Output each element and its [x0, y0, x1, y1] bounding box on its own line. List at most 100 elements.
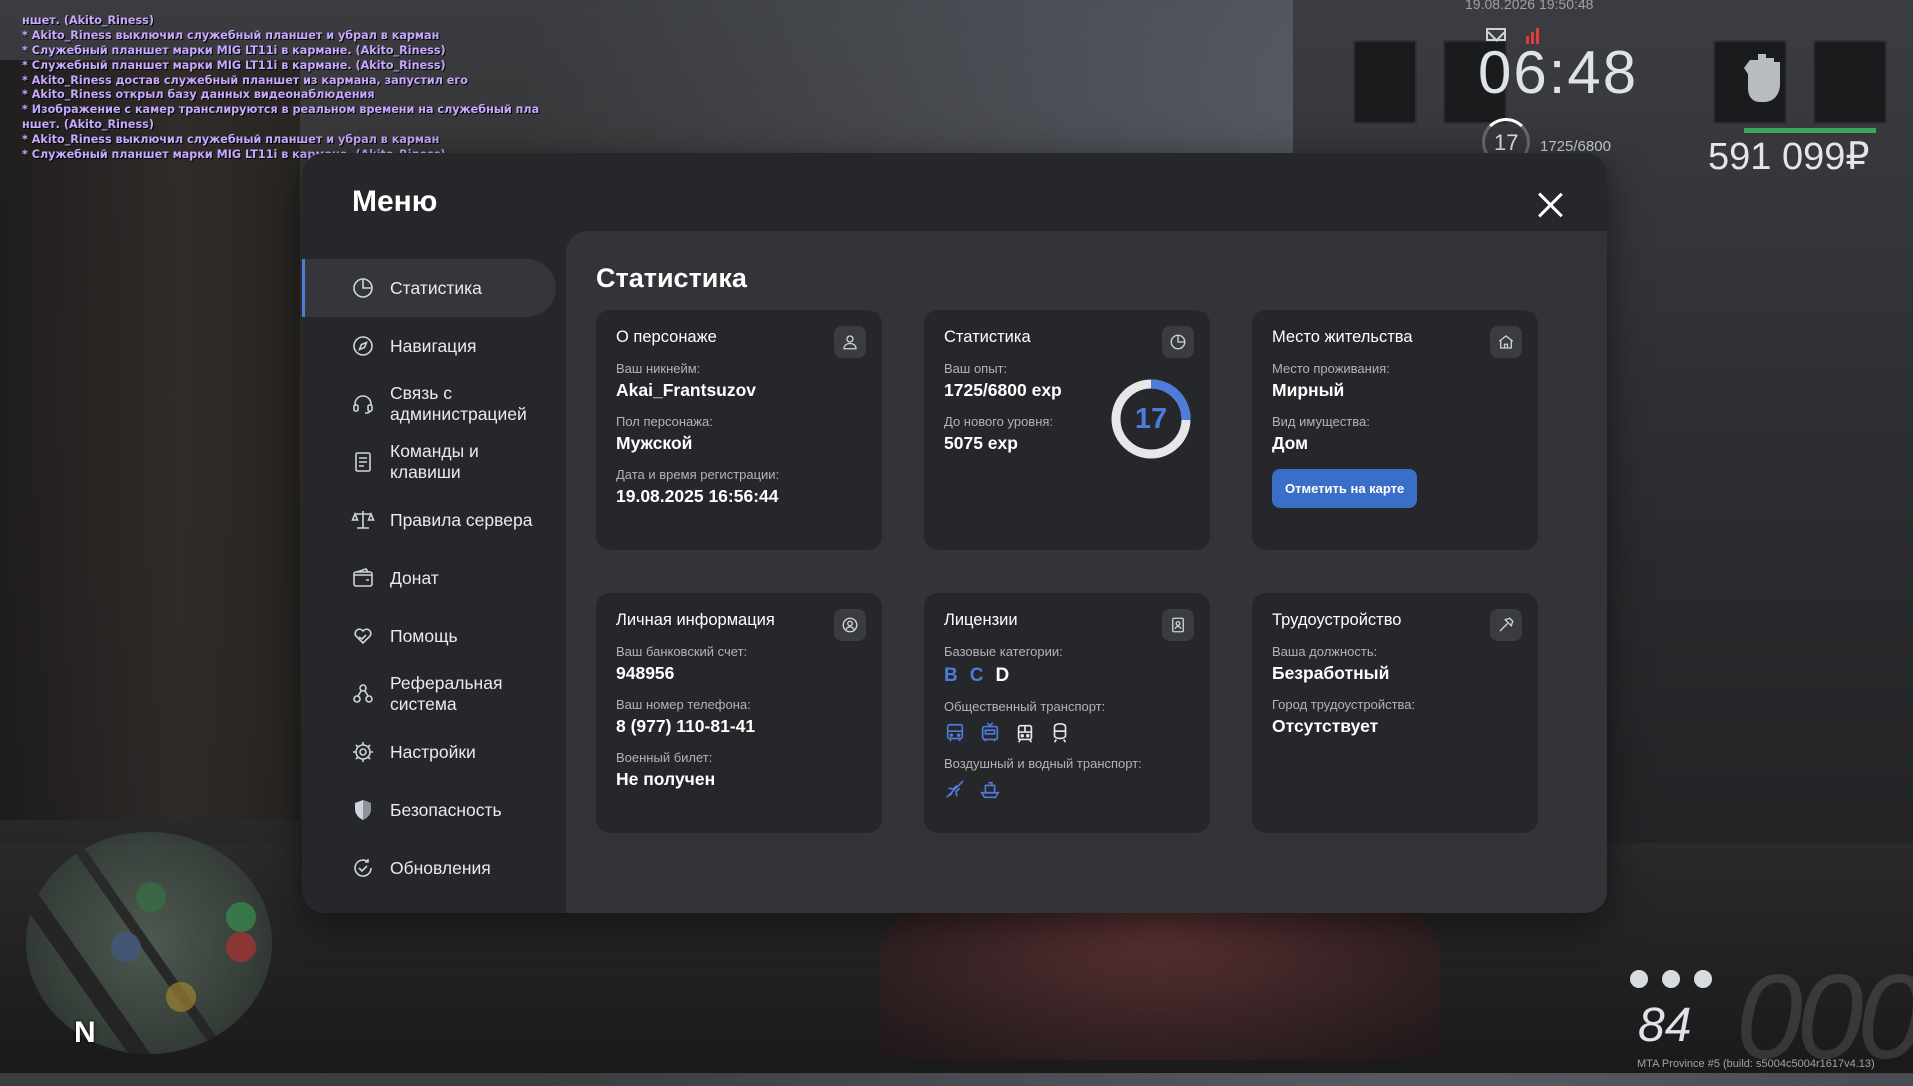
engine-icon [1630, 970, 1648, 988]
air-water-transport-label: Воздушный и водный транспорт: [944, 756, 1142, 771]
sidebar-item-label: Настройки [390, 741, 476, 762]
sidebar-item-label: Статистика [390, 277, 482, 298]
heart-hand-icon [351, 624, 375, 648]
position-value: Безработный [1272, 663, 1390, 683]
gender-label: Пол персонажа: [616, 414, 713, 429]
background-car [880, 900, 1440, 1060]
chat-line: * Akito_Riness достав служебный планшет … [22, 73, 468, 87]
sidebar-item-help[interactable]: Помощь [302, 607, 556, 665]
phone-label: Ваш номер телефона: [616, 697, 751, 712]
sidebar-item-label: Безопасность [390, 799, 502, 820]
category-c: C [969, 665, 984, 686]
seatbelt-icon [1662, 970, 1680, 988]
sidebar-item-commands[interactable]: Команды и клавиши [302, 433, 556, 491]
sidebar-item-security[interactable]: Безопасность [302, 781, 556, 839]
sidebar-item-updates[interactable]: Обновления [302, 839, 556, 897]
user-circle-icon [834, 609, 866, 641]
people-icon [351, 682, 375, 706]
card-title: О персонаже [616, 328, 717, 346]
map-north-indicator: N [74, 1016, 96, 1049]
card-title: Статистика [944, 328, 1031, 346]
phone-value: 8 (977) 110-81-41 [616, 716, 756, 736]
boat-icon [979, 779, 1001, 801]
license-categories: B C D [944, 665, 1190, 687]
card-title: Место жительства [1272, 328, 1413, 346]
sidebar-item-label: Навигация [390, 335, 477, 356]
card-licenses: Лицензии Базовые категории: B C D Общест… [924, 593, 1210, 833]
sidebar-item-label: Донат [390, 567, 439, 588]
hud-clock: 06:48 [1478, 39, 1639, 106]
sidebar-item-donate[interactable]: Донат [302, 549, 556, 607]
chat-line: * Изображение с камер транслируются в ре… [22, 103, 540, 117]
employment-city-label: Город трудоустройства: [1272, 697, 1416, 712]
property-label: Вид имущества: [1272, 414, 1370, 429]
registration-value: 19.08.2025 16:56:44 [616, 486, 779, 506]
card-residence: Место жительства Место проживания: Мирны… [1252, 310, 1538, 550]
scales-icon [351, 508, 375, 532]
chat-log: ншет. (Akito_Riness) * Akito_Riness выкл… [22, 14, 539, 163]
military-id-value: Не получен [616, 769, 716, 789]
plane-icon [944, 779, 966, 801]
pie-chart-icon [1162, 326, 1194, 358]
bus-icon [944, 722, 966, 744]
wallet-icon [351, 566, 375, 590]
map-blip [136, 882, 166, 912]
sidebar-item-label: Помощь [390, 625, 458, 646]
position-label: Ваша должность: [1272, 644, 1378, 659]
background-building-left [0, 60, 300, 820]
license-icon [1162, 609, 1194, 641]
public-transport-label: Общественный транспорт: [944, 699, 1106, 714]
compass-icon [351, 334, 375, 358]
headset-icon [351, 392, 375, 416]
pie-chart-icon [351, 276, 375, 300]
sidebar-item-navigation[interactable]: Навигация [302, 317, 556, 375]
nickname-label: Ваш никнейм: [616, 361, 701, 376]
chat-line: ншет. (Akito_Riness) [22, 118, 154, 132]
employment-city-value: Отсутствует [1272, 716, 1379, 736]
health-bar [1744, 128, 1876, 133]
map-blip [111, 932, 141, 962]
sidebar-item-rules[interactable]: Правила сервера [302, 491, 556, 549]
card-character: О персонаже Ваш никнейм: Akai_Frantsuzov… [596, 310, 882, 550]
menu-title: Меню [352, 185, 438, 218]
home-icon [1490, 326, 1522, 358]
sidebar-item-label: Правила сервера [390, 509, 533, 530]
card-title: Личная информация [616, 611, 775, 629]
map-blip [226, 902, 256, 932]
gear-icon [351, 740, 375, 764]
sidebar-item-referral[interactable]: Реферальная система [302, 665, 556, 723]
document-icon [351, 450, 375, 474]
mark-on-map-button[interactable]: Отметить на карте [1272, 469, 1418, 508]
user-icon [834, 326, 866, 358]
chat-line: * Служебный планшет марки MIG LT11i в ка… [22, 43, 446, 57]
hammer-icon [1490, 609, 1522, 641]
sidebar-item-statistics[interactable]: Статистика [302, 259, 556, 317]
category-b: B [944, 665, 958, 686]
close-button[interactable] [1533, 187, 1567, 221]
military-id-label: Военный билет: [616, 750, 713, 765]
air-water-transport-licenses [944, 779, 1190, 801]
bank-account-value: 948956 [616, 663, 675, 683]
hud-money: 591 099₽ [1708, 136, 1870, 178]
chat-line: * Akito_Riness выключил служебный планше… [22, 133, 440, 147]
public-transport-licenses [944, 722, 1190, 744]
chat-line: * Служебный планшет марки MIG LT11i в ка… [22, 58, 446, 72]
card-personal-info: Личная информация Ваш банковский счет: 9… [596, 593, 882, 833]
train-icon [1049, 722, 1071, 744]
exp-label: Ваш опыт: [944, 361, 1008, 376]
card-title: Лицензии [944, 611, 1018, 629]
gender-value: Мужской [616, 433, 693, 453]
battery-icon [1694, 970, 1712, 988]
chat-line: * Akito_Riness открыл базу данных видеон… [22, 88, 375, 102]
category-d: D [995, 665, 1010, 686]
sidebar-item-settings[interactable]: Настройки [302, 723, 556, 781]
property-value: Дом [1272, 433, 1309, 453]
registration-label: Дата и время регистрации: [616, 467, 780, 482]
shield-icon [351, 798, 375, 822]
map-blip [226, 932, 256, 962]
sidebar-item-label: Обновления [390, 857, 491, 878]
trolleybus-icon [979, 722, 1001, 744]
content-panel: Статистика О персонаже Ваш никнейм: Akai… [566, 231, 1607, 913]
sidebar-item-admin-contact[interactable]: Связь с администрацией [302, 375, 556, 433]
fuel-level: 84 [1638, 999, 1692, 1052]
